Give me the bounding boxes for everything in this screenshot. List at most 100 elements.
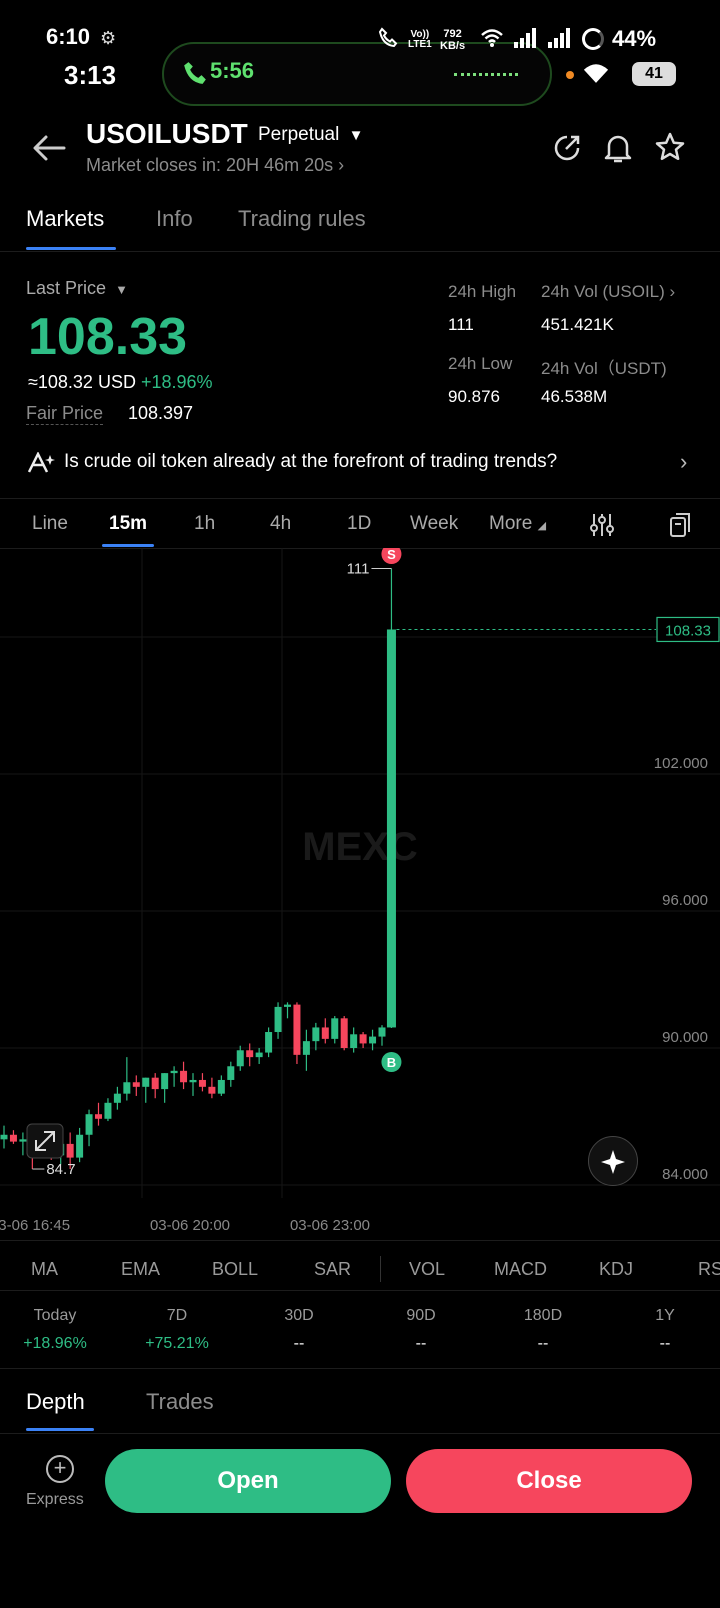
tf-more[interactable]: More ◢ <box>489 513 546 535</box>
y-tick-label: 90.000 <box>662 1029 708 1046</box>
wifi-icon-2 <box>582 62 610 89</box>
indicator-kdj[interactable]: KDJ <box>599 1259 633 1280</box>
x-tick-label: 03-06 20:00 <box>150 1217 230 1234</box>
express-label[interactable]: Express <box>26 1491 84 1509</box>
candle-body <box>0 1134 8 1140</box>
indicator-settings-icon[interactable] <box>590 512 614 543</box>
y-tick-label: 84.000 <box>662 1166 708 1183</box>
settings-gear-icon: ⚙ <box>100 28 117 48</box>
contract-type-dropdown[interactable]: Perpetual ▼ <box>258 124 363 146</box>
candle-body <box>151 1077 159 1090</box>
share-icon[interactable] <box>552 133 582 168</box>
battery-level-pill: 41 <box>632 62 676 86</box>
perf-value-30d: -- <box>293 1335 305 1352</box>
perf-value-1y: -- <box>659 1335 671 1352</box>
tf-week[interactable]: Week <box>410 513 458 535</box>
tf-15m[interactable]: 15m <box>109 513 147 535</box>
tf-1h[interactable]: 1h <box>194 513 215 535</box>
signal-bars-icon-2 <box>548 28 570 53</box>
low-24h-label: 24h Low <box>448 354 513 373</box>
y-tick-label: 102.000 <box>654 755 708 772</box>
star-icon[interactable] <box>654 131 686 168</box>
candle-body <box>386 629 396 1028</box>
low-marker-label: 84.7 <box>46 1161 75 1178</box>
candle-body <box>95 1114 102 1119</box>
usd-approx-value: ≈108.32 <box>28 372 93 392</box>
buy-marker-label: B <box>387 1055 396 1070</box>
perf-label-30d: 30D <box>284 1307 314 1324</box>
candle-body <box>189 1079 197 1083</box>
candle-body <box>274 1006 282 1033</box>
close-button[interactable]: Close <box>406 1449 692 1513</box>
back-arrow-icon[interactable] <box>32 134 66 167</box>
perf-value-180d: -- <box>537 1335 549 1352</box>
sell-marker-label: S <box>387 548 396 562</box>
candle-body <box>265 1032 273 1053</box>
tab-markets[interactable]: Markets <box>26 206 104 232</box>
divider <box>0 1240 720 1241</box>
tab-depth[interactable]: Depth <box>26 1389 85 1415</box>
indicator-rsi[interactable]: RS <box>698 1259 720 1280</box>
indicator-boll[interactable]: BOLL <box>212 1259 258 1280</box>
lte-label: LTE1 <box>408 39 432 50</box>
candle-body <box>293 1004 301 1055</box>
chart-layout-icon[interactable] <box>668 512 692 543</box>
net-speed-unit: KB/s <box>440 40 466 52</box>
candle-body <box>198 1079 206 1087</box>
net-speed-value: 792 <box>443 28 462 40</box>
promo-banner-text[interactable]: Is crude oil token already at the forefr… <box>64 451 557 473</box>
divider <box>0 1433 720 1434</box>
last-price-tag-label: 108.33 <box>665 622 711 639</box>
candlestick-chart[interactable]: MEXC 102.000 96.000 90.000 84.000 03-06 16:45… <box>0 548 720 1238</box>
divider <box>0 498 720 499</box>
tf-1d[interactable]: 1D <box>347 513 371 535</box>
candle-body <box>123 1082 131 1094</box>
net-speed: 792 KB/s <box>440 28 465 52</box>
indicator-sar[interactable]: SAR <box>314 1259 351 1280</box>
phone-icon <box>184 62 206 84</box>
candle-body <box>208 1086 216 1094</box>
perf-label-180d: 180D <box>523 1307 563 1324</box>
candle-body <box>170 1070 178 1074</box>
tab-info[interactable]: Info <box>156 206 193 232</box>
vol-usdt-label: 24h Vol（USDT) <box>541 359 667 378</box>
candle-body <box>217 1079 225 1094</box>
last-price-dropdown[interactable]: Last Price ▼ <box>26 278 128 299</box>
open-button[interactable]: Open <box>105 1449 391 1513</box>
indicator-vol[interactable]: VOL <box>409 1259 445 1280</box>
express-plus-icon[interactable]: + <box>46 1455 74 1483</box>
indicator-macd[interactable]: MACD <box>494 1259 547 1280</box>
last-price-value: 108.33 <box>28 308 188 366</box>
bell-icon[interactable] <box>604 132 632 169</box>
indicator-ma[interactable]: MA <box>31 1259 58 1280</box>
ai-assistant-button[interactable] <box>588 1136 638 1186</box>
vol-usoil-label[interactable]: 24h Vol (USOIL) › <box>541 282 675 302</box>
chevron-right-icon[interactable]: › <box>680 449 687 475</box>
candle-body <box>369 1036 377 1044</box>
high-24h-label: 24h High <box>448 282 517 301</box>
divider <box>0 1368 720 1369</box>
candle-body <box>359 1034 367 1044</box>
caret-down-icon: ▼ <box>115 282 128 297</box>
tab-trading-rules[interactable]: Trading rules <box>238 206 366 232</box>
tab-trades[interactable]: Trades <box>146 1389 214 1415</box>
perf-value-7d: +75.21% <box>145 1335 209 1352</box>
candle-body <box>132 1082 140 1087</box>
candle-body <box>302 1041 310 1055</box>
tf-line[interactable]: Line <box>32 513 68 535</box>
indicator-ema[interactable]: EMA <box>121 1259 160 1280</box>
perf-label-7d: 7D <box>166 1307 188 1324</box>
divider <box>0 251 720 252</box>
perf-value-90d: -- <box>415 1335 427 1352</box>
tf-4h[interactable]: 4h <box>270 513 291 535</box>
fair-price-label[interactable]: Fair Price <box>26 403 104 425</box>
high-24h-value: 111 <box>448 315 474 334</box>
market-close-countdown[interactable]: Market closes in: 20H 46m 20s › <box>86 155 344 176</box>
vol-usoil-value: 451.421K <box>541 315 614 334</box>
candle-body <box>76 1134 84 1158</box>
symbol-title[interactable]: USOILUSDT <box>86 118 248 150</box>
candle-body <box>255 1052 263 1058</box>
tf-active-indicator <box>102 544 154 547</box>
candle-body <box>312 1027 320 1042</box>
fair-price-value: 108.397 <box>128 403 194 423</box>
